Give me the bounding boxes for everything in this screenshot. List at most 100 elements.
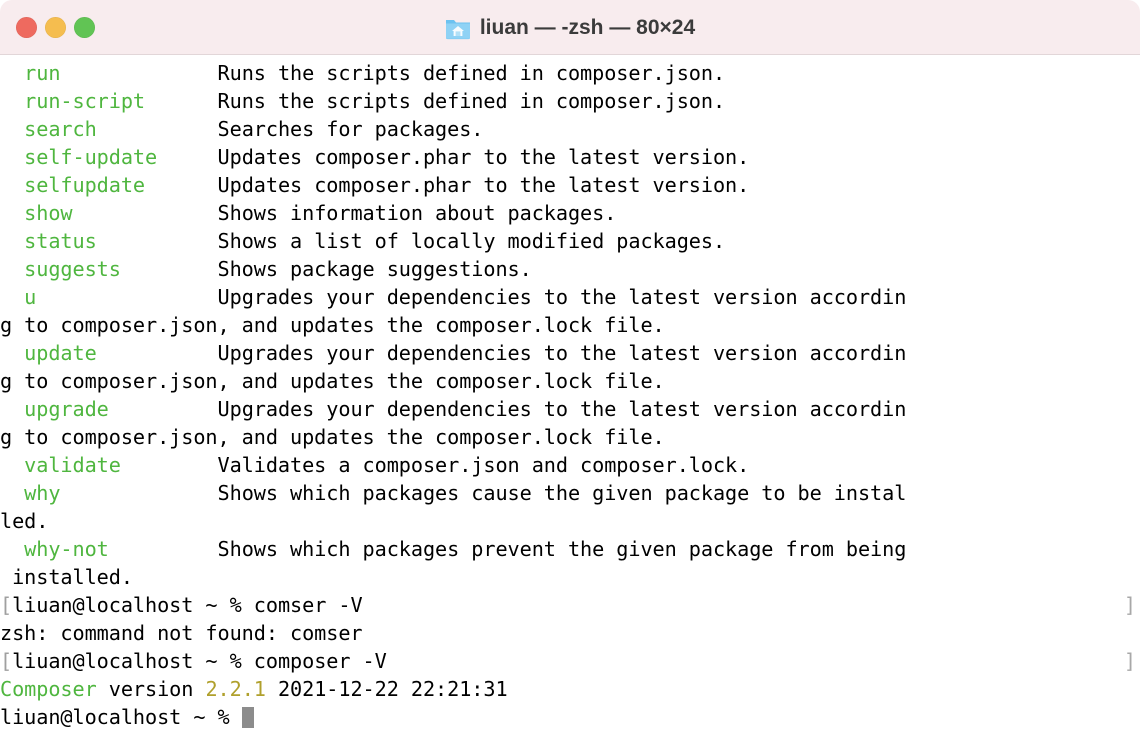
- command-name: suggests: [24, 257, 121, 281]
- minimize-button[interactable]: [45, 17, 66, 38]
- command-description: Shows which packages prevent the given p…: [217, 537, 907, 561]
- prompt-2: [liuan@localhost ~ % composer -V]: [0, 647, 1140, 675]
- command-name: validate: [24, 453, 121, 477]
- version-label: version: [96, 677, 206, 701]
- line-update: update Upgrades your dependencies to the…: [0, 339, 1140, 367]
- command-description: Shows package suggestions.: [217, 257, 532, 281]
- line-why: why Shows which packages cause the given…: [0, 479, 1140, 507]
- command-name: self-update: [24, 145, 158, 169]
- column-gap: [121, 257, 218, 281]
- home-folder-icon: [445, 19, 470, 39]
- column-gap: [97, 229, 218, 253]
- column-gap: [60, 61, 217, 85]
- composer-version-number: 2.2.1: [205, 677, 266, 701]
- close-button[interactable]: [16, 17, 37, 38]
- line-u-wrap: g to composer.json, and updates the comp…: [0, 311, 1140, 339]
- command-description: Shows a list of locally modified package…: [217, 229, 726, 253]
- shell-prompt: liuan@localhost ~ %: [0, 705, 242, 729]
- column-gap: [145, 89, 218, 113]
- prompt-mark-right: ]: [1123, 593, 1136, 617]
- composer-app-name: Composer: [0, 677, 97, 701]
- command-description: Upgrades your dependencies to the latest…: [217, 341, 907, 365]
- column-gap: [157, 145, 217, 169]
- command-description: Shows which packages cause the given pac…: [217, 481, 907, 505]
- terminal-screen: run Runs the scripts defined in composer…: [0, 55, 1140, 731]
- text-cursor: [241, 707, 254, 728]
- command-description: g to composer.json, and updates the comp…: [0, 425, 665, 449]
- command-description: Upgrades your dependencies to the latest…: [217, 285, 907, 309]
- line-update-wrap: g to composer.json, and updates the comp…: [0, 367, 1140, 395]
- line-status: status Shows a list of locally modified …: [0, 227, 1140, 255]
- line-why-not: why-not Shows which packages prevent the…: [0, 535, 1140, 563]
- line-run: run Runs the scripts defined in composer…: [0, 59, 1140, 87]
- command-description: Runs the scripts defined in composer.jso…: [217, 61, 726, 85]
- command-name: show: [24, 201, 73, 225]
- command-name: update: [24, 341, 97, 365]
- line-show: show Shows information about packages.: [0, 199, 1140, 227]
- typed-command: comser -V: [253, 593, 363, 617]
- shell-prompt: liuan@localhost ~ %: [12, 593, 254, 617]
- prompt-mark-right: ]: [1123, 649, 1136, 673]
- line-upgrade: upgrade Upgrades your dependencies to th…: [0, 395, 1140, 423]
- command-name: search: [24, 117, 97, 141]
- command-name: u: [24, 285, 37, 309]
- command-description: Shows information about packages.: [217, 201, 617, 225]
- prompt-mark-left: [: [0, 593, 13, 617]
- terminal-body[interactable]: run Runs the scripts defined in composer…: [0, 55, 1140, 742]
- line-why-wrap: led.: [0, 507, 1140, 535]
- column-gap: [109, 537, 218, 561]
- window-title: liuan — -zsh — 80×24: [479, 15, 696, 39]
- line-upgrade-wrap: g to composer.json, and updates the comp…: [0, 423, 1140, 451]
- prompt-mark-left: [: [0, 649, 13, 673]
- line-self-update: self-update Updates composer.phar to the…: [0, 143, 1140, 171]
- zoom-button[interactable]: [74, 17, 95, 38]
- line-selfupdate: selfupdate Updates composer.phar to the …: [0, 171, 1140, 199]
- line-run-script: run-script Runs the scripts defined in c…: [0, 87, 1140, 115]
- command-name: run-script: [24, 89, 146, 113]
- window-titlebar[interactable]: liuan — -zsh — 80×24: [0, 0, 1140, 55]
- line-u: u Upgrades your dependencies to the late…: [0, 283, 1140, 311]
- final-prompt-line: liuan@localhost ~ %: [0, 703, 1140, 731]
- output-1: zsh: command not found: comser: [0, 619, 1140, 647]
- window-title-container: liuan — -zsh — 80×24: [0, 0, 1140, 55]
- command-name: why: [24, 481, 61, 505]
- command-name: why-not: [24, 537, 109, 561]
- traffic-light-group: [16, 0, 95, 55]
- column-gap: [97, 341, 218, 365]
- command-description: installed.: [0, 565, 133, 589]
- command-description: Validates a composer.json and composer.l…: [217, 453, 750, 477]
- command-name: selfupdate: [24, 173, 146, 197]
- column-gap: [109, 397, 218, 421]
- column-gap: [145, 173, 218, 197]
- line-why-not-wrap: installed.: [0, 563, 1140, 591]
- command-description: Runs the scripts defined in composer.jso…: [217, 89, 726, 113]
- column-gap: [60, 481, 217, 505]
- terminal-window: liuan — -zsh — 80×24 run Runs the script…: [0, 0, 1140, 742]
- column-gap: [121, 453, 218, 477]
- command-name: status: [24, 229, 97, 253]
- command-description: Updates composer.phar to the latest vers…: [217, 173, 750, 197]
- shell-prompt: liuan@localhost ~ %: [12, 649, 254, 673]
- column-gap: [36, 285, 217, 309]
- command-description: led.: [0, 509, 49, 533]
- line-suggests: suggests Shows package suggestions.: [0, 255, 1140, 283]
- command-description: Updates composer.phar to the latest vers…: [217, 145, 750, 169]
- line-search: search Searches for packages.: [0, 115, 1140, 143]
- typed-command: composer -V: [253, 649, 387, 673]
- command-description: g to composer.json, and updates the comp…: [0, 313, 665, 337]
- column-gap: [97, 117, 218, 141]
- command-name: run: [24, 61, 61, 85]
